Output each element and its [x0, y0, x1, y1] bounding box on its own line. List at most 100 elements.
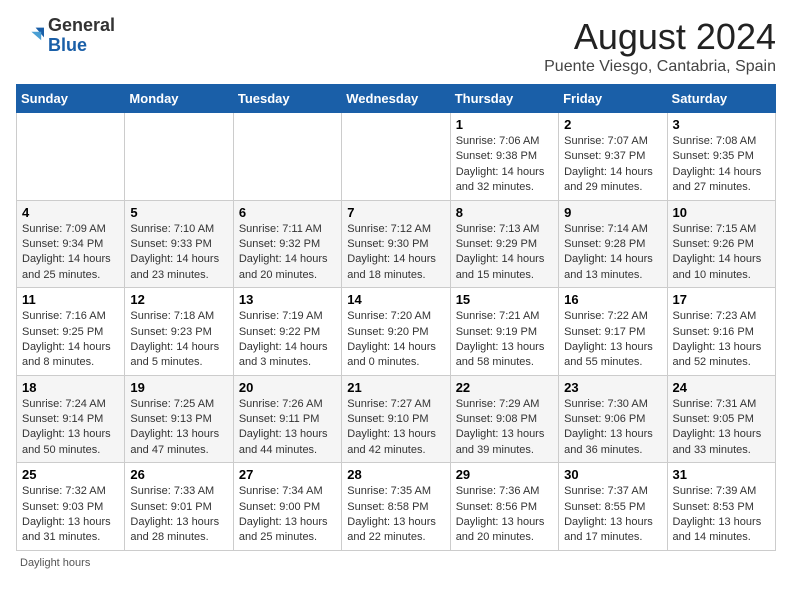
weekday-header: Sunday: [17, 85, 125, 113]
calendar-cell: 20 Sunrise: 7:26 AM Sunset: 9:11 PM Dayli…: [233, 375, 341, 463]
calendar-cell: 3Sunrise: 7:08 AM Sunset: 9:35 PM Daylig…: [667, 113, 775, 201]
day-number: 29: [456, 467, 553, 482]
day-info: Sunrise: 7:25 AM Sunset: 9:13 PM Dayligh…: [130, 397, 227, 459]
day-number: 21: [347, 380, 444, 395]
day-number: 28: [347, 467, 444, 482]
calendar-cell: 31Sunrise: 7:39 AM Sunset: 8:53 PM Dayli…: [667, 463, 775, 551]
calendar-cell: 23 Sunrise: 7:30 AM Sunset: 9:06 PM Dayli…: [559, 375, 667, 463]
day-number: 14: [347, 292, 444, 307]
calendar-table: SundayMondayTuesdayWednesdayThursdayFrid…: [16, 84, 776, 551]
weekday-header: Saturday: [667, 85, 775, 113]
day-info: Sunrise: 7:14 AM Sunset: 9:28 PM Dayligh…: [564, 222, 661, 284]
day-number: 10: [673, 205, 770, 220]
day-number: 30: [564, 467, 661, 482]
day-info: Sunrise: 7:19 AM Sunset: 9:22 PM Dayligh…: [239, 309, 336, 371]
calendar-cell: 2Sunrise: 7:07 AM Sunset: 9:37 PM Daylig…: [559, 113, 667, 201]
day-number: 16: [564, 292, 661, 307]
day-number: 12: [130, 292, 227, 307]
calendar-cell: 18 Sunrise: 7:24 AM Sunset: 9:14 PM Dayli…: [17, 375, 125, 463]
day-info: Sunrise: 7:08 AM Sunset: 9:35 PM Dayligh…: [673, 134, 770, 196]
calendar-cell: 22 Sunrise: 7:29 AM Sunset: 9:08 PM Dayli…: [450, 375, 558, 463]
title-block: August 2024 Puente Viesgo, Cantabria, Sp…: [544, 16, 776, 76]
day-info: Sunrise: 7:22 AM Sunset: 9:17 PM Dayligh…: [564, 309, 661, 371]
day-number: 23: [564, 380, 661, 395]
calendar-cell: 1Sunrise: 7:06 AM Sunset: 9:38 PM Daylig…: [450, 113, 558, 201]
day-info: Sunrise: 7:11 AM Sunset: 9:32 PM Dayligh…: [239, 222, 336, 284]
calendar-week-row: 1Sunrise: 7:06 AM Sunset: 9:38 PM Daylig…: [17, 113, 776, 201]
calendar-cell: 4Sunrise: 7:09 AM Sunset: 9:34 PM Daylig…: [17, 200, 125, 288]
day-number: 1: [456, 117, 553, 132]
calendar-cell: [17, 113, 125, 201]
day-info: Sunrise: 7:35 AM Sunset: 8:58 PM Dayligh…: [347, 484, 444, 546]
calendar-cell: 7Sunrise: 7:12 AM Sunset: 9:30 PM Daylig…: [342, 200, 450, 288]
day-info: Sunrise: 7:30 AM Sunset: 9:06 PM Dayligh…: [564, 397, 661, 459]
day-info: Sunrise: 7:27 AM Sunset: 9:10 PM Dayligh…: [347, 397, 444, 459]
day-info: Sunrise: 7:10 AM Sunset: 9:33 PM Dayligh…: [130, 222, 227, 284]
footer-daylight: Daylight hours: [16, 557, 776, 569]
calendar-cell: 13 Sunrise: 7:19 AM Sunset: 9:22 PM Dayli…: [233, 288, 341, 376]
calendar-cell: 15Sunrise: 7:21 AM Sunset: 9:19 PM Dayli…: [450, 288, 558, 376]
calendar-week-row: 11Sunrise: 7:16 AM Sunset: 9:25 PM Dayli…: [17, 288, 776, 376]
calendar-cell: 27 Sunrise: 7:34 AM Sunset: 9:00 PM Dayli…: [233, 463, 341, 551]
day-number: 17: [673, 292, 770, 307]
day-number: 31: [673, 467, 770, 482]
calendar-cell: 29 Sunrise: 7:36 AM Sunset: 8:56 PM Dayli…: [450, 463, 558, 551]
day-info: Sunrise: 7:24 AM Sunset: 9:14 PM Dayligh…: [22, 397, 119, 459]
weekday-header: Wednesday: [342, 85, 450, 113]
calendar-cell: 16 Sunrise: 7:22 AM Sunset: 9:17 PM Dayli…: [559, 288, 667, 376]
day-number: 11: [22, 292, 119, 307]
day-number: 26: [130, 467, 227, 482]
day-info: Sunrise: 7:33 AM Sunset: 9:01 PM Dayligh…: [130, 484, 227, 546]
page-title: August 2024: [544, 16, 776, 58]
day-number: 20: [239, 380, 336, 395]
day-info: Sunrise: 7:23 AM Sunset: 9:16 PM Dayligh…: [673, 309, 770, 371]
day-info: Sunrise: 7:15 AM Sunset: 9:26 PM Dayligh…: [673, 222, 770, 284]
day-number: 13: [239, 292, 336, 307]
calendar-cell: 12Sunrise: 7:18 AM Sunset: 9:23 PM Dayli…: [125, 288, 233, 376]
calendar-cell: 9Sunrise: 7:14 AM Sunset: 9:28 PM Daylig…: [559, 200, 667, 288]
day-info: Sunrise: 7:20 AM Sunset: 9:20 PM Dayligh…: [347, 309, 444, 371]
day-number: 6: [239, 205, 336, 220]
day-number: 18: [22, 380, 119, 395]
day-number: 5: [130, 205, 227, 220]
day-number: 8: [456, 205, 553, 220]
weekday-header: Thursday: [450, 85, 558, 113]
calendar-cell: 28 Sunrise: 7:35 AM Sunset: 8:58 PM Dayli…: [342, 463, 450, 551]
calendar-cell: 6 Sunrise: 7:11 AM Sunset: 9:32 PM Daylig…: [233, 200, 341, 288]
day-info: Sunrise: 7:13 AM Sunset: 9:29 PM Dayligh…: [456, 222, 553, 284]
calendar-cell: 26 Sunrise: 7:33 AM Sunset: 9:01 PM Dayli…: [125, 463, 233, 551]
day-info: Sunrise: 7:21 AM Sunset: 9:19 PM Dayligh…: [456, 309, 553, 371]
calendar-cell: 30Sunrise: 7:37 AM Sunset: 8:55 PM Dayli…: [559, 463, 667, 551]
day-info: Sunrise: 7:29 AM Sunset: 9:08 PM Dayligh…: [456, 397, 553, 459]
day-info: Sunrise: 7:07 AM Sunset: 9:37 PM Dayligh…: [564, 134, 661, 196]
day-info: Sunrise: 7:32 AM Sunset: 9:03 PM Dayligh…: [22, 484, 119, 546]
calendar-cell: 10 Sunrise: 7:15 AM Sunset: 9:26 PM Dayli…: [667, 200, 775, 288]
day-info: Sunrise: 7:34 AM Sunset: 9:00 PM Dayligh…: [239, 484, 336, 546]
calendar-cell: 11Sunrise: 7:16 AM Sunset: 9:25 PM Dayli…: [17, 288, 125, 376]
calendar-cell: [233, 113, 341, 201]
calendar-header-row: SundayMondayTuesdayWednesdayThursdayFrid…: [17, 85, 776, 113]
day-number: 19: [130, 380, 227, 395]
day-number: 24: [673, 380, 770, 395]
day-info: Sunrise: 7:26 AM Sunset: 9:11 PM Dayligh…: [239, 397, 336, 459]
calendar-week-row: 4Sunrise: 7:09 AM Sunset: 9:34 PM Daylig…: [17, 200, 776, 288]
logo-blue-text: Blue: [48, 36, 115, 56]
calendar-cell: 17 Sunrise: 7:23 AM Sunset: 9:16 PM Dayli…: [667, 288, 775, 376]
day-number: 27: [239, 467, 336, 482]
calendar-cell: 19 Sunrise: 7:25 AM Sunset: 9:13 PM Dayli…: [125, 375, 233, 463]
weekday-header: Tuesday: [233, 85, 341, 113]
calendar-cell: 8 Sunrise: 7:13 AM Sunset: 9:29 PM Daylig…: [450, 200, 558, 288]
logo-icon: [16, 22, 44, 50]
calendar-cell: 25 Sunrise: 7:32 AM Sunset: 9:03 PM Dayli…: [17, 463, 125, 551]
day-info: Sunrise: 7:31 AM Sunset: 9:05 PM Dayligh…: [673, 397, 770, 459]
calendar-week-row: 18 Sunrise: 7:24 AM Sunset: 9:14 PM Dayli…: [17, 375, 776, 463]
calendar-cell: [342, 113, 450, 201]
calendar-cell: 5 Sunrise: 7:10 AM Sunset: 9:33 PM Daylig…: [125, 200, 233, 288]
weekday-header: Monday: [125, 85, 233, 113]
calendar-cell: 24 Sunrise: 7:31 AM Sunset: 9:05 PM Dayli…: [667, 375, 775, 463]
day-number: 22: [456, 380, 553, 395]
calendar-cell: 14 Sunrise: 7:20 AM Sunset: 9:20 PM Dayli…: [342, 288, 450, 376]
day-info: Sunrise: 7:36 AM Sunset: 8:56 PM Dayligh…: [456, 484, 553, 546]
day-number: 25: [22, 467, 119, 482]
calendar-cell: 21 Sunrise: 7:27 AM Sunset: 9:10 PM Dayli…: [342, 375, 450, 463]
